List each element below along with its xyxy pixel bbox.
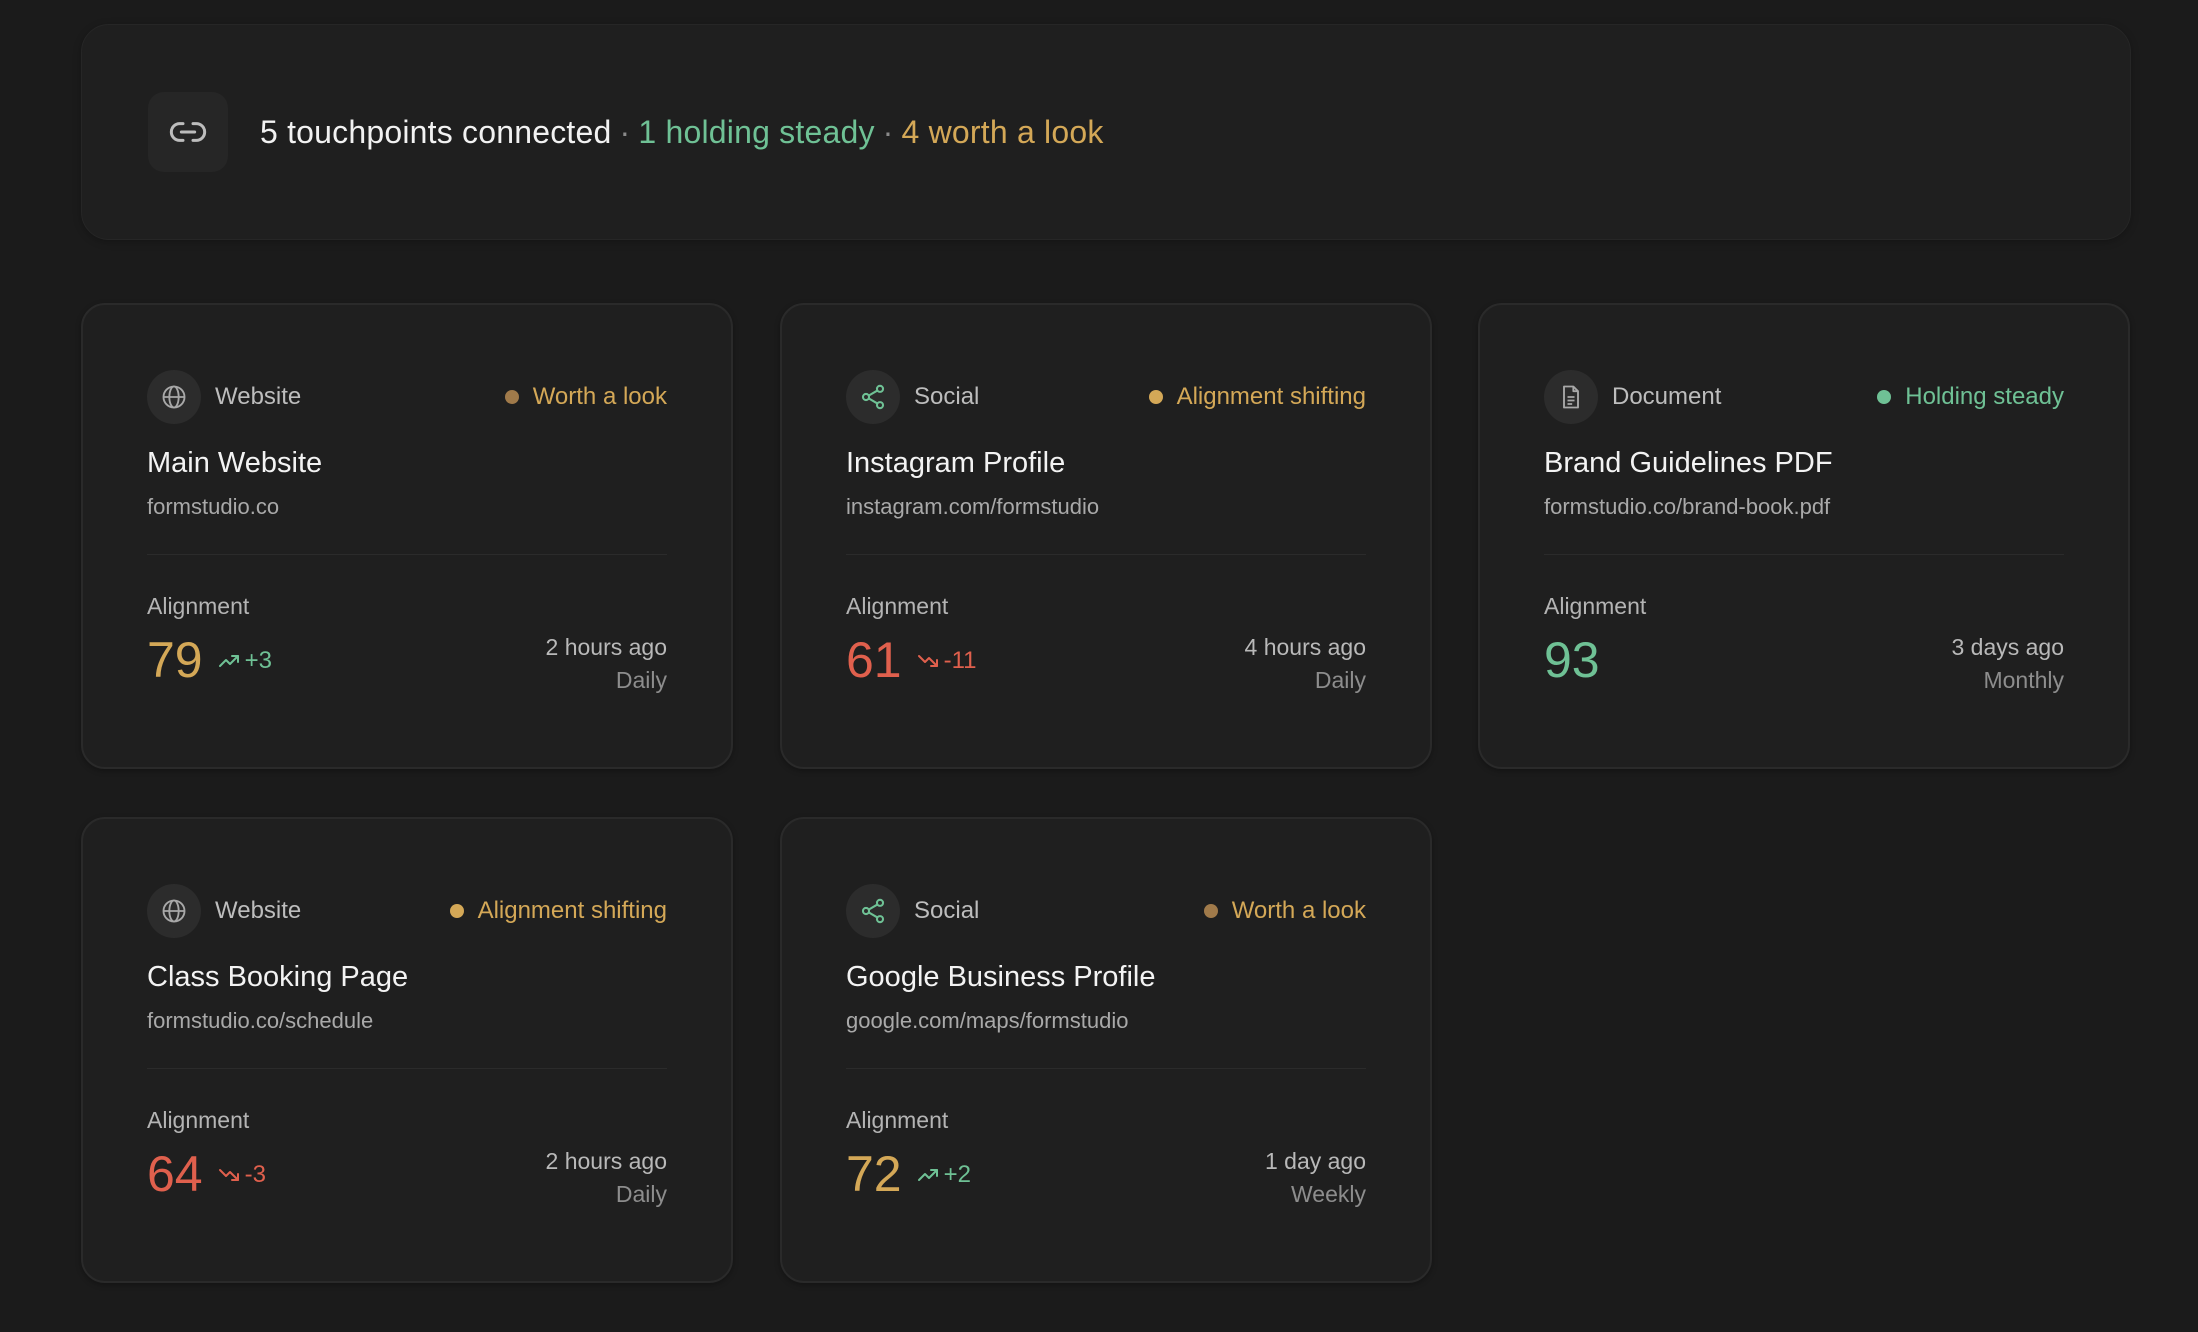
status-badge: Holding steady [1877,383,2064,411]
alignment-score: 93 [1544,632,1600,688]
status-label: Worth a look [532,383,667,410]
summary-banner: 5 touchpoints connected · 1 holding steady… [81,24,2131,240]
share-icon [846,884,900,938]
delta-value: -11 [943,647,977,674]
look-count: 4 worth a look [901,113,1104,150]
touchpoint-card[interactable]: Document Holding steady Brand Guidelines… [1478,303,2130,769]
check-frequency: Monthly [1983,667,2064,693]
link-icon [148,92,228,172]
type-label: Social [914,897,980,924]
last-checked: 4 hours ago [1244,634,1366,660]
status-label: Alignment shifting [1176,383,1366,410]
summary-text: 5 touchpoints connected · 1 holding steady… [260,114,1104,151]
trend-down-icon [917,655,938,667]
metric-label: Alignment [147,593,250,619]
trend-down-icon [218,1169,239,1181]
status-dot [1203,904,1218,918]
type-label: Social [914,383,980,410]
card-url: instagram.com/formstudio [846,494,1100,519]
score-delta: -3 [217,1161,266,1189]
last-checked: 2 hours ago [545,634,667,660]
check-frequency: Daily [1314,667,1366,693]
alignment-score: 61 [846,632,902,688]
divider [846,1068,1366,1069]
last-checked: 2 hours ago [545,1148,667,1174]
globe-icon [147,884,201,938]
touchpoint-card[interactable]: Social Worth a look Google Business Prof… [780,817,1432,1283]
score-delta: +3 [217,647,272,675]
connected-count: 5 touchpoints connected [260,113,612,150]
status-badge: Worth a look [504,383,667,411]
status-label: Holding steady [1905,383,2064,410]
alignment-score: 64 [147,1146,203,1202]
score-delta: -11 [916,647,977,675]
card-title: Main Website [147,447,323,479]
touchpoint-card[interactable]: Website Alignment shifting Class Booking… [81,817,733,1283]
check-frequency: Daily [615,667,667,693]
card-title: Class Booking Page [147,961,409,993]
share-icon [846,370,900,424]
status-dot [1877,390,1892,404]
metric-label: Alignment [846,1107,949,1133]
delta-value: -3 [244,1161,266,1188]
divider [147,554,667,555]
status-badge: Alignment shifting [1148,383,1366,411]
last-checked: 3 days ago [1951,634,2064,660]
card-title: Instagram Profile [846,447,1066,479]
alignment-score: 79 [147,632,203,688]
document-icon [1544,370,1598,424]
status-badge: Alignment shifting [449,897,667,925]
card-title: Google Business Profile [846,961,1156,993]
card-url: formstudio.co/brand-book.pdf [1544,494,1831,519]
type-label: Document [1612,383,1722,410]
touchpoint-card[interactable]: Social Alignment shifting Instagram Prof… [780,303,1432,769]
separator: · [619,113,631,150]
divider [846,554,1366,555]
alignment-score: 72 [846,1146,902,1202]
delta-value: +3 [244,647,272,674]
type-label: Website [215,897,302,924]
status-badge: Worth a look [1203,897,1366,925]
divider [147,1068,667,1069]
divider [1544,554,2064,555]
check-frequency: Daily [615,1181,667,1207]
metric-label: Alignment [846,593,949,619]
card-url: google.com/maps/formstudio [846,1008,1129,1033]
card-title: Brand Guidelines PDF [1544,447,1833,479]
steady-count: 1 holding steady [638,113,875,150]
status-dot [504,390,519,404]
check-frequency: Weekly [1291,1181,1366,1207]
status-label: Worth a look [1231,897,1366,924]
metric-label: Alignment [147,1107,250,1133]
status-label: Alignment shifting [477,897,667,924]
card-url: formstudio.co [147,494,280,519]
separator: · [882,113,894,150]
trend-up-icon [218,655,239,667]
globe-icon [147,370,201,424]
delta-value: +2 [943,1161,971,1188]
score-delta: +2 [916,1161,971,1189]
trend-up-icon [917,1169,938,1181]
metric-label: Alignment [1544,593,1647,619]
card-url: formstudio.co/schedule [147,1008,374,1033]
last-checked: 1 day ago [1264,1148,1366,1174]
status-dot [1148,390,1163,404]
type-label: Website [215,383,302,410]
touchpoint-card[interactable]: Website Worth a look Main Website formst… [81,303,733,769]
status-dot [449,904,464,918]
